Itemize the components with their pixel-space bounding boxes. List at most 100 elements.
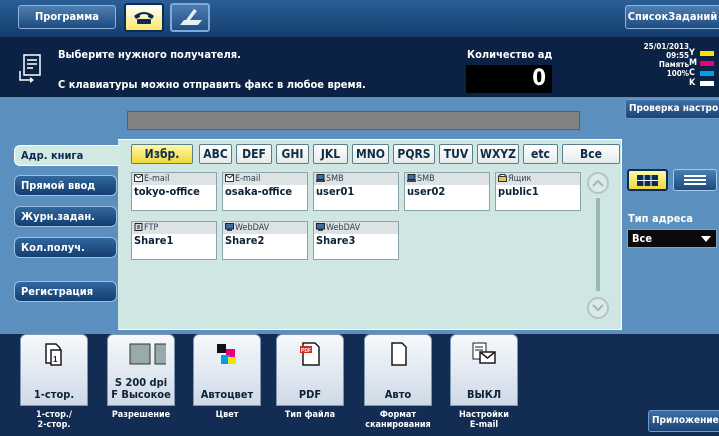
duplex-label: 1-стор./2-стор. — [36, 410, 72, 430]
color-value: Автоцвет — [200, 388, 254, 401]
scan-size-value: Авто — [384, 388, 412, 401]
tab-etc[interactable]: etc — [523, 144, 558, 164]
destination-tile[interactable]: WebDAV Share2 — [222, 221, 308, 260]
application-button[interactable]: Приложение — [648, 410, 719, 432]
nav-address-book[interactable]: Адр. книга — [14, 145, 120, 166]
email-settings-icon — [472, 342, 496, 364]
destination-field[interactable] — [127, 111, 580, 130]
destination-tile[interactable]: FTP Share1 — [131, 221, 217, 260]
grid-view-button[interactable] — [627, 169, 668, 191]
list-view-button[interactable] — [673, 169, 717, 191]
time-text: 09:55 — [666, 51, 689, 60]
resolution-icon — [129, 343, 166, 365]
instruction-text: Выберите нужного получателя. — [58, 48, 241, 61]
grid-view-icon — [637, 175, 658, 186]
file-type-label: Тип файла — [284, 410, 336, 420]
instruction-subtext: С клавиатуры можно отправить факс в любо… — [58, 78, 366, 91]
duplex-value: 1-стор. — [33, 388, 75, 401]
memory-label: Память — [658, 60, 689, 69]
webdav-icon — [225, 223, 234, 231]
color-setting-button[interactable]: Автоцвет — [193, 334, 261, 406]
color-icon — [217, 344, 236, 364]
svg-text:PDF: PDF — [301, 348, 311, 354]
color-label: Цвет — [215, 410, 239, 420]
address-type-label: Тип адреса — [628, 212, 693, 225]
destination-name: Share1 — [134, 234, 174, 247]
email-settings-button[interactable]: ВЫКЛ — [450, 334, 518, 406]
resolution-fax-value: F Высокое — [111, 388, 171, 401]
pdf-icon: PDF — [300, 342, 320, 366]
scroll-up-button[interactable] — [587, 172, 609, 194]
fax-mode-button[interactable] — [124, 3, 164, 32]
email-icon — [134, 174, 143, 182]
tab-wxyz[interactable]: WXYZ — [477, 144, 519, 164]
destination-name: Share2 — [225, 234, 265, 247]
destination-name: public1 — [498, 185, 539, 198]
tab-abc[interactable]: ABC — [199, 144, 232, 164]
destination-tile[interactable]: SMB user02 — [404, 172, 490, 211]
toner-c: C — [689, 69, 716, 78]
ftp-icon — [134, 223, 143, 231]
phone-icon — [134, 12, 154, 24]
smb-icon — [407, 174, 416, 182]
simplex-icon: 1 — [45, 343, 62, 366]
tab-all[interactable]: Все — [562, 144, 620, 164]
dropdown-arrow-icon — [701, 236, 711, 242]
scan-size-label: Формат сканирования — [365, 410, 431, 430]
resolution-label: Разрешение — [111, 410, 171, 420]
scrollbar-track[interactable] — [596, 198, 600, 291]
memory-value: 100% — [666, 69, 689, 78]
tab-mno[interactable]: MNO — [352, 144, 389, 164]
address-type-value: Все — [632, 232, 653, 245]
svg-text:1: 1 — [53, 355, 58, 364]
destination-tile[interactable]: WebDAV Share3 — [313, 221, 399, 260]
message-area: Выберите нужного получателя. С клавиатур… — [0, 37, 719, 97]
duplex-setting-button[interactable]: 1 1-стор. — [20, 334, 88, 406]
nav-registration[interactable]: Регистрация — [14, 281, 117, 302]
toner-k: K — [689, 79, 716, 88]
email-icon — [225, 174, 234, 182]
top-bar: Программа СписокЗаданий — [0, 0, 719, 37]
status-panel: 25/01/2013 09:55 Память 100% Y M C K — [600, 41, 719, 97]
destination-tile[interactable]: E-mail tokyo-office — [131, 172, 217, 211]
destination-name: user01 — [316, 185, 355, 198]
file-type-value: PDF — [298, 388, 322, 401]
destination-name: user02 — [407, 185, 446, 198]
chevron-up-icon — [592, 179, 604, 187]
tab-tuv[interactable]: TUV — [439, 144, 473, 164]
destination-count-value: 0 — [466, 65, 552, 93]
destination-count-label: Количество ад — [467, 48, 553, 61]
page-icon — [391, 342, 407, 366]
destination-name: osaka-office — [225, 185, 293, 198]
scanner-icon — [180, 9, 202, 25]
tab-ghi[interactable]: GHI — [276, 144, 309, 164]
email-settings-value: ВЫКЛ — [466, 388, 502, 401]
scan-mode-button[interactable] — [170, 3, 210, 32]
destination-name: Share3 — [316, 234, 356, 247]
toner-m: M — [689, 59, 716, 68]
destination-tile[interactable]: SMB user01 — [313, 172, 399, 211]
destination-tile[interactable]: Ящик public1 — [495, 172, 581, 211]
date-text: 25/01/2013 — [643, 42, 689, 51]
check-settings-button[interactable]: Проверка настро — [625, 99, 719, 119]
nav-direct-input[interactable]: Прямой ввод — [14, 175, 117, 196]
address-type-select[interactable]: Все — [627, 229, 717, 248]
nav-job-log[interactable]: Журн.задан. — [14, 206, 117, 227]
nav-recipient-count[interactable]: Кол.получ. — [14, 237, 117, 258]
scan-size-setting-button[interactable]: Авто — [364, 334, 432, 406]
program-button[interactable]: Программа — [18, 5, 116, 29]
job-list-button[interactable]: СписокЗаданий — [625, 5, 719, 29]
resolution-setting-button[interactable]: S 200 dpi F Высокое — [107, 334, 175, 406]
destination-tile[interactable]: E-mail osaka-office — [222, 172, 308, 211]
toner-y: Y — [689, 49, 716, 58]
file-type-setting-button[interactable]: PDF PDF — [276, 334, 344, 406]
box-icon — [498, 174, 507, 182]
tab-favorites[interactable]: Избр. — [131, 144, 193, 164]
scroll-down-button[interactable] — [587, 297, 609, 319]
list-view-icon — [684, 175, 706, 185]
fax-document-icon — [19, 54, 41, 83]
tab-def[interactable]: DEF — [236, 144, 272, 164]
webdav-icon — [316, 223, 325, 231]
tab-jkl[interactable]: JKL — [313, 144, 348, 164]
tab-pqrs[interactable]: PQRS — [393, 144, 435, 164]
